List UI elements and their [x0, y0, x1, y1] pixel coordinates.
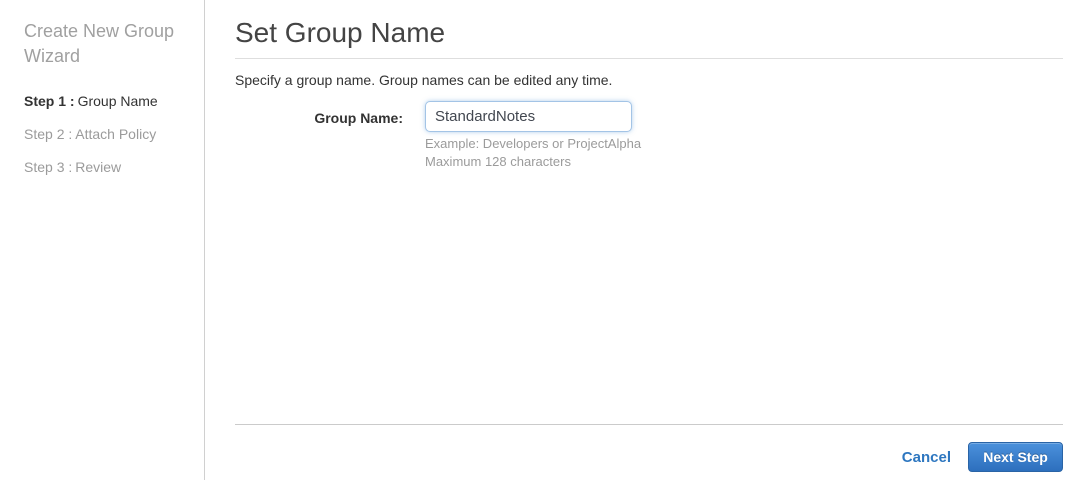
- title-divider: [235, 58, 1063, 59]
- footer-actions: Cancel Next Step: [902, 442, 1063, 472]
- step-label: Group Name: [77, 93, 158, 109]
- page-description: Specify a group name. Group names can be…: [235, 72, 613, 88]
- page-title: Set Group Name: [235, 17, 446, 48]
- wizard-main-panel: Set Group Name Specify a group name. Gro…: [235, 0, 1063, 480]
- group-name-form-row: Group Name: Example: Developers or Proje…: [235, 101, 1063, 171]
- step-number: Step 3 :: [24, 159, 73, 175]
- step-number: Step 2 :: [24, 126, 73, 142]
- group-name-example-hint: Example: Developers or ProjectAlpha: [425, 136, 642, 151]
- cancel-link[interactable]: Cancel: [902, 449, 951, 466]
- wizard-step-attach-policy[interactable]: Step 2 : Attach Policy: [24, 126, 184, 143]
- group-name-input[interactable]: [425, 101, 632, 132]
- wizard-title: Create New Group Wizard: [24, 21, 175, 66]
- group-name-label: Group Name:: [314, 110, 403, 126]
- wizard-step-group-name[interactable]: Step 1 : Group Name: [24, 93, 184, 110]
- step-number: Step 1 :: [24, 93, 75, 109]
- group-name-field-column: Example: Developers or ProjectAlpha Maxi…: [425, 101, 641, 171]
- wizard-step-review[interactable]: Step 3 : Review: [24, 159, 184, 176]
- wizard-sidebar: Create New Group Wizard Step 1 : Group Na…: [0, 0, 205, 480]
- step-label: Review: [75, 159, 122, 175]
- footer-divider: [235, 424, 1063, 425]
- next-step-button[interactable]: Next Step: [968, 442, 1063, 472]
- group-name-max-hint: Maximum 128 characters: [425, 154, 571, 169]
- step-label: Attach Policy: [75, 126, 157, 142]
